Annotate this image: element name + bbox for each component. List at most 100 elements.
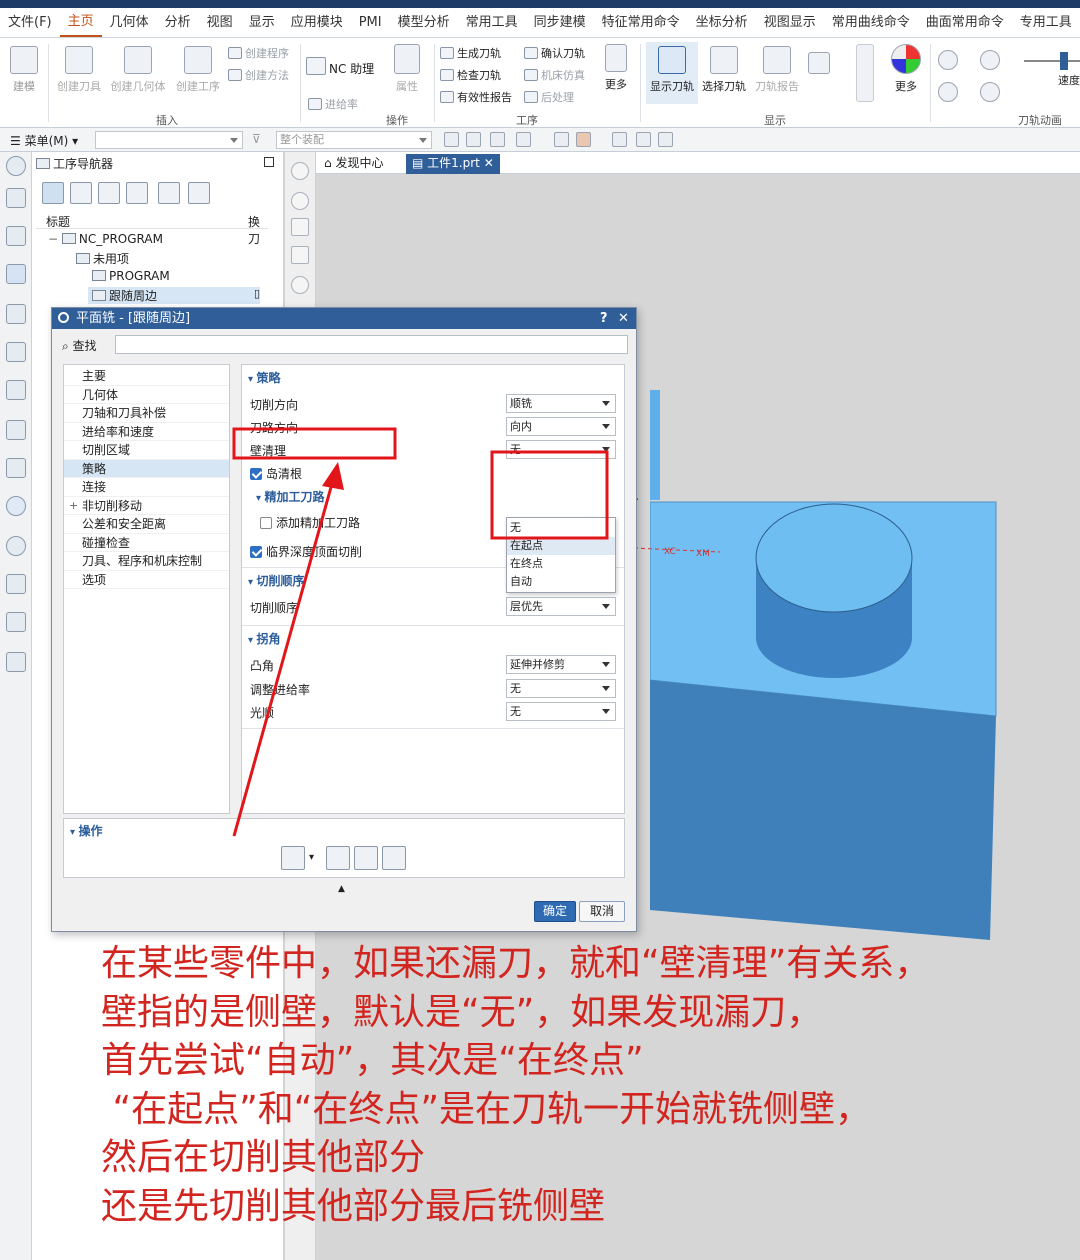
smoothing-select[interactable]: 无 xyxy=(506,702,616,721)
tab-model-analysis[interactable]: 模型分析 xyxy=(390,8,458,37)
replay-icon[interactable] xyxy=(326,846,350,870)
postprocess-button[interactable]: 后处理 xyxy=(524,89,574,105)
snap-icon-4[interactable] xyxy=(516,132,531,147)
find-input[interactable] xyxy=(115,335,628,354)
find-icon[interactable] xyxy=(158,182,180,204)
assembly-navigator-icon[interactable] xyxy=(6,226,26,246)
toolpath-report-button[interactable]: 刀轨报告 xyxy=(752,46,802,94)
tab-special-tools[interactable]: 专用工具 xyxy=(1012,8,1080,37)
generate-icon[interactable] xyxy=(281,846,305,870)
visibility-icon[interactable] xyxy=(636,132,651,147)
tab-view[interactable]: 视图 xyxy=(199,8,241,37)
speed-slider[interactable] xyxy=(1024,60,1080,62)
measure-icon[interactable] xyxy=(291,218,309,236)
tool-display-icon[interactable] xyxy=(808,52,830,74)
cut-order-select[interactable]: 层优先 xyxy=(506,597,616,616)
tab-file[interactable]: 文件(F) xyxy=(0,8,60,37)
tab-applications[interactable]: 应用模块 xyxy=(283,8,351,37)
tab-home[interactable]: 主页 xyxy=(59,9,102,37)
delete-icon[interactable] xyxy=(188,182,210,204)
island-cleanup-checkbox[interactable]: 岛清根 xyxy=(250,465,302,482)
rewind-icon[interactable] xyxy=(938,82,958,102)
fast-forward-icon[interactable] xyxy=(980,82,1000,102)
help-button[interactable]: ? xyxy=(600,308,608,329)
category-strategy[interactable]: 策略 xyxy=(64,459,229,478)
option-none[interactable]: 无 xyxy=(507,519,615,537)
step-back-icon[interactable] xyxy=(938,50,958,70)
category-tool-program-machine[interactable]: 刀具、程序和机床控制 xyxy=(64,552,229,571)
more-operations-button[interactable]: 更多 xyxy=(600,44,632,92)
feedrate-button[interactable]: 进给率 xyxy=(308,96,358,112)
maximize-icon[interactable] xyxy=(264,157,274,167)
category-cut-area[interactable]: 切削区域 xyxy=(64,441,229,460)
category-tolerance[interactable]: 公差和安全距离 xyxy=(64,515,229,534)
tab-sync-modeling[interactable]: 同步建模 xyxy=(526,8,594,37)
category-tool-axis[interactable]: 刀轴和刀具补偿 xyxy=(64,404,229,423)
type-filter-combo[interactable] xyxy=(95,131,243,149)
cancel-button[interactable]: 取消 xyxy=(579,901,625,922)
create-tool-button[interactable]: 创建刀具 xyxy=(54,46,104,94)
list-icon[interactable] xyxy=(382,846,406,870)
tab-discovery-center[interactable]: ⌂ 发现中心 xyxy=(318,154,389,174)
wall-cleanup-select[interactable]: 无 xyxy=(506,440,616,459)
geometry-view-icon[interactable] xyxy=(98,182,120,204)
nc-assistant-button[interactable]: NC 助理 xyxy=(306,57,374,77)
tab-curve-commands[interactable]: 常用曲线命令 xyxy=(824,8,918,37)
menu-button[interactable]: ☰ 菜单(M) ▾ xyxy=(10,132,78,149)
corners-section-header[interactable]: 拐角 xyxy=(248,630,281,647)
close-icon[interactable]: ✕ xyxy=(480,156,494,170)
machine-tool-view-icon[interactable] xyxy=(70,182,92,204)
check-toolpath-button[interactable]: 检查刀轨 xyxy=(440,67,501,83)
adjust-feedrate-select[interactable]: 无 xyxy=(506,679,616,698)
verify-toolpath-button[interactable]: 确认刀轨 xyxy=(524,45,585,61)
reuse-library-icon[interactable] xyxy=(6,342,26,362)
create-program-button[interactable]: 创建程序 xyxy=(228,45,289,61)
rotate-view-icon[interactable] xyxy=(291,192,309,210)
generate-toolpath-button[interactable]: 生成刀轨 xyxy=(440,45,501,61)
ok-button[interactable]: 确定 xyxy=(534,901,576,922)
speed-slider-thumb[interactable] xyxy=(1060,52,1068,70)
cut-order-section-header[interactable]: 切削顺序 xyxy=(248,572,305,589)
generate-dropdown-icon[interactable]: ▾ xyxy=(309,846,321,870)
validity-report-button[interactable]: 有效性报告 xyxy=(440,89,512,105)
tree-row-unused[interactable]: 未用项 xyxy=(76,250,129,267)
tab-view-display[interactable]: 视图显示 xyxy=(756,8,824,37)
create-method-button[interactable]: 创建方法 xyxy=(228,67,289,83)
select-toolpath-button[interactable]: 选择刀轨 xyxy=(700,46,748,94)
collapse-arrow-icon[interactable]: ▲ xyxy=(338,884,345,894)
filter-icon[interactable]: ⊽ xyxy=(252,132,267,147)
machine-simulation-button[interactable]: 机床仿真 xyxy=(524,67,585,83)
snap-icon-2[interactable] xyxy=(466,132,481,147)
web-browser-icon[interactable] xyxy=(6,420,26,440)
selection-icon-2[interactable] xyxy=(576,132,591,147)
option-automatic[interactable]: 自动 xyxy=(507,573,615,591)
tab-geometry[interactable]: 几何体 xyxy=(102,8,157,37)
orient-icon[interactable] xyxy=(291,276,309,294)
tab-surface-commands[interactable]: 曲面常用命令 xyxy=(918,8,1012,37)
column-tool-change[interactable]: 换刀 xyxy=(248,213,268,247)
create-operation-button[interactable]: 创建工序 xyxy=(172,46,224,94)
pen-icon[interactable] xyxy=(291,246,309,264)
category-collision-check[interactable]: 碰撞检查 xyxy=(64,534,229,552)
properties-button[interactable]: 属性 xyxy=(388,44,426,94)
fit-view-icon[interactable] xyxy=(291,162,309,180)
tree-row-nc-program[interactable]: − NC_PROGRAM xyxy=(48,232,163,246)
globe-icon[interactable] xyxy=(6,496,26,516)
category-geometry[interactable]: 几何体 xyxy=(64,386,229,404)
machining-method-view-icon[interactable] xyxy=(126,182,148,204)
selection-icon-1[interactable] xyxy=(554,132,569,147)
part-model-view[interactable]: XC XM xyxy=(560,390,1080,950)
category-non-cutting-moves[interactable]: + 非切削移动 xyxy=(64,497,229,515)
cut-direction-select[interactable]: 顺铣 xyxy=(506,394,616,413)
tree-row-program[interactable]: PROGRAM xyxy=(92,269,170,283)
category-options[interactable]: 选项 xyxy=(64,571,229,589)
more-display-button[interactable]: 更多 xyxy=(886,44,926,94)
tools-icon[interactable] xyxy=(6,574,26,594)
modeling-button[interactable]: 建模 xyxy=(6,46,42,94)
tab-pmi[interactable]: PMI xyxy=(351,8,390,37)
play-icon[interactable] xyxy=(980,50,1000,70)
operation-navigator-icon[interactable] xyxy=(6,264,26,284)
convex-corner-select[interactable]: 延伸并修剪 xyxy=(506,655,616,674)
process-studio-icon[interactable] xyxy=(6,612,26,632)
palette-icon[interactable] xyxy=(6,458,26,478)
